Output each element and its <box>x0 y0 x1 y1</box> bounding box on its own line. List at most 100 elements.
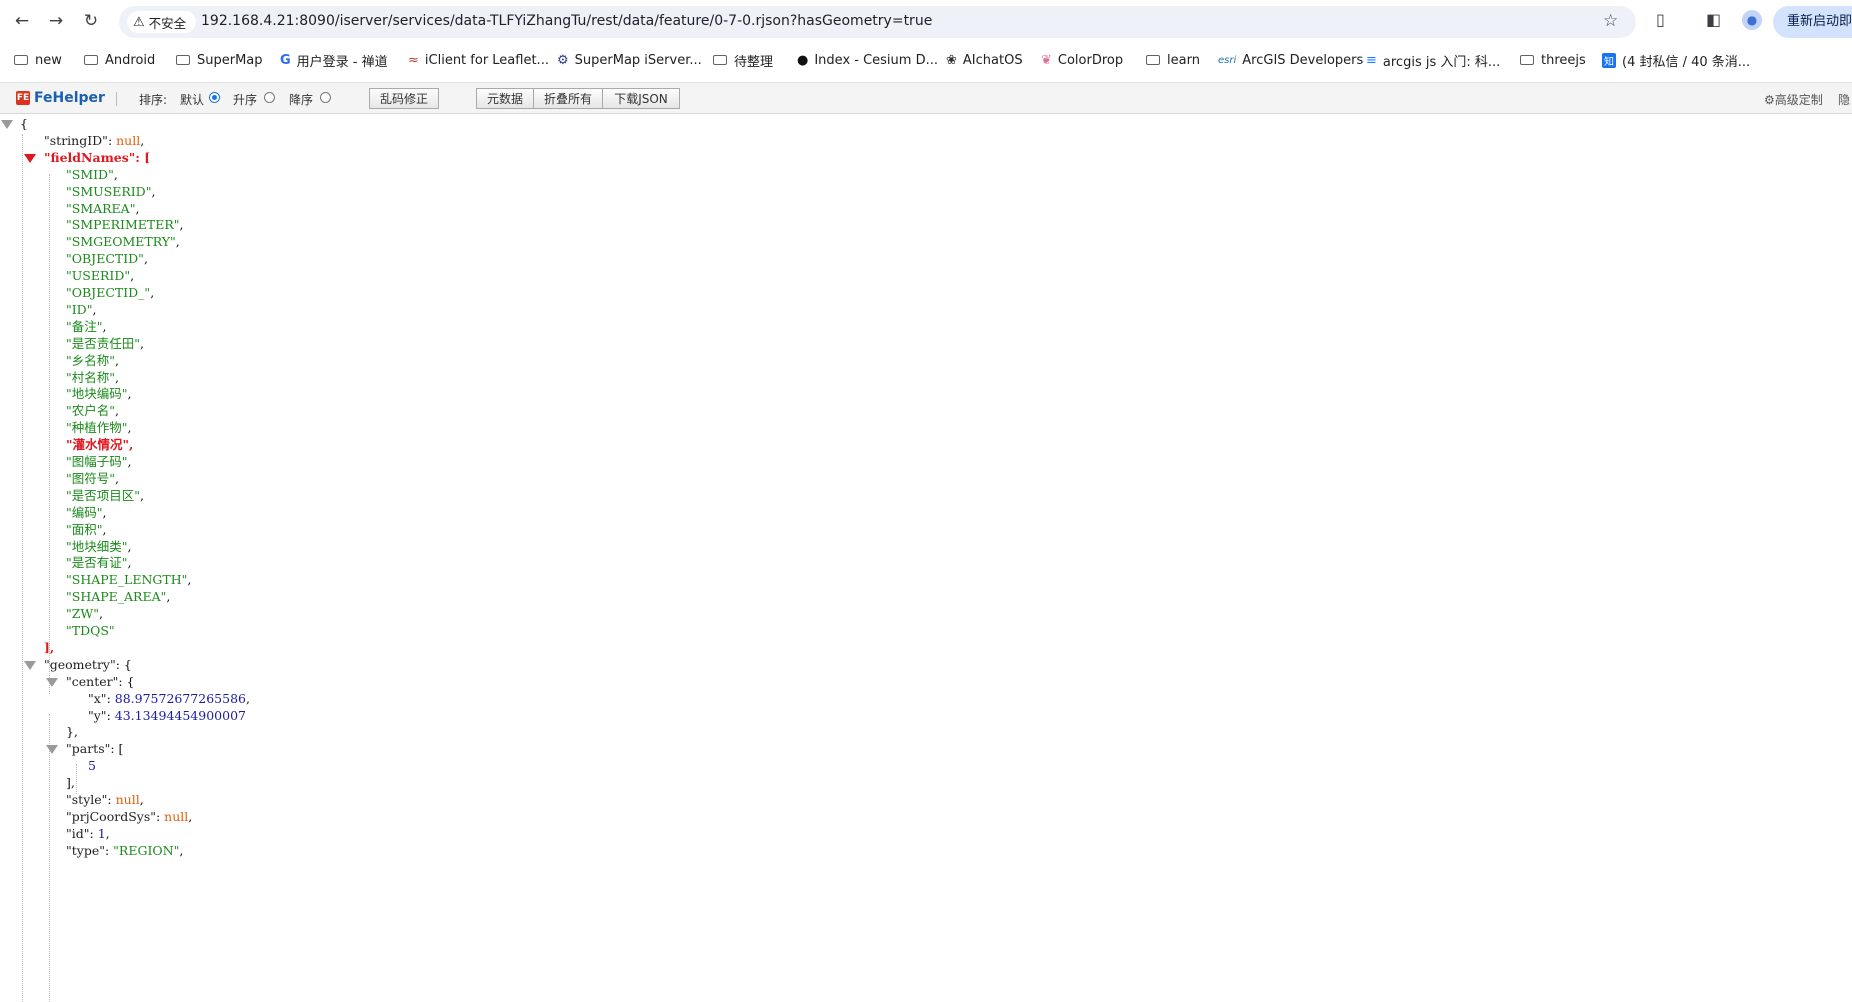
forward-arrow-icon[interactable]: → <box>44 9 68 33</box>
json-value: "灌水情况" <box>66 437 130 453</box>
json-value: "农户名" <box>66 403 115 419</box>
json-punctuation: : [ <box>110 741 124 757</box>
browser-toolbar: ← → ↻ ⚠ 不安全 192.168.4.21:8090/iserver/se… <box>0 0 1852 42</box>
bookmark-item[interactable]: ❦ ColorDrop <box>1041 51 1123 69</box>
json-value: "是否项目区" <box>66 487 140 503</box>
profile-avatar-icon[interactable]: ● <box>1742 10 1762 30</box>
bookmarks-bar: new Android SuperMap G 用户登录 - 禅道 ≈ iClient for… <box>0 44 1852 76</box>
bookmark-item[interactable]: esri ArcGIS Developers <box>1218 51 1363 69</box>
restart-update-button[interactable]: 重新启动即可 <box>1773 6 1852 38</box>
esri-icon: esri <box>1218 54 1237 66</box>
json-value: "OBJECTID_" <box>66 285 151 300</box>
advanced-settings-link[interactable]: ⚙高级定制 <box>1764 91 1823 108</box>
json-key: "style" <box>66 792 108 807</box>
bookmark-label: SuperMap iServer... <box>574 52 702 68</box>
json-value: "村名称" <box>66 369 115 385</box>
address-bar[interactable]: ⚠ 不安全 192.168.4.21:8090/iserver/services… <box>119 6 1636 38</box>
metadata-button[interactable]: 元数据 <box>476 88 534 109</box>
download-json-button[interactable]: 下载JSON <box>602 88 680 109</box>
json-punctuation: { <box>20 116 28 131</box>
back-arrow-icon[interactable]: ← <box>10 9 34 33</box>
url-text[interactable]: 192.168.4.21:8090/iserver/services/data-… <box>201 13 932 29</box>
json-value: ], <box>44 639 55 655</box>
json-punctuation: , <box>113 166 118 182</box>
bookmark-item[interactable]: SuperMap <box>176 51 263 69</box>
json-punctuation: , <box>151 183 156 199</box>
collapse-all-button[interactable]: 折叠所有 <box>533 88 603 109</box>
collapse-toggle-icon[interactable] <box>46 745 58 755</box>
extensions-icon[interactable]: ▯ <box>1656 10 1665 29</box>
json-value: : [ <box>135 149 151 165</box>
juejin-icon: ≡ <box>1366 52 1377 68</box>
json-punctuation: , <box>166 589 171 605</box>
json-punctuation: , <box>115 369 119 385</box>
sort-default-radio[interactable] <box>209 92 220 103</box>
bookmark-item[interactable]: Android <box>84 51 155 69</box>
json-punctuation: , <box>127 420 132 436</box>
chandao-icon: G <box>280 52 291 68</box>
json-punctuation: , <box>135 200 140 216</box>
fix-encoding-button[interactable]: 乱码修正 <box>369 88 439 109</box>
bookmark-label: new <box>35 52 62 68</box>
json-line: "TDQS" <box>66 621 115 641</box>
bookmark-item[interactable]: learn <box>1146 51 1200 69</box>
json-value: null <box>164 808 189 824</box>
bookmark-item[interactable]: ≈ iClient for Leaflet... <box>408 51 549 69</box>
bookmark-item[interactable]: new <box>14 51 62 69</box>
json-key: "geometry" <box>44 656 116 672</box>
json-value: null <box>116 132 141 148</box>
reload-icon[interactable]: ↻ <box>79 9 103 33</box>
hide-link[interactable]: 隐 <box>1838 91 1850 108</box>
json-value: "SMID" <box>66 166 114 182</box>
sort-label: 排序: <box>139 93 168 107</box>
json-value: "SMUSERID" <box>66 183 152 199</box>
json-value: 88.97572677265586 <box>114 690 246 706</box>
json-value: "乡名称" <box>66 352 115 368</box>
json-punctuation: , <box>150 285 155 300</box>
side-panel-icon[interactable]: ◧ <box>1706 10 1721 29</box>
bookmark-item[interactable]: ❀ AIchatOS <box>946 51 1023 69</box>
json-value: "fieldNames" <box>44 149 136 165</box>
collapse-toggle-icon[interactable] <box>1 120 13 129</box>
json-punctuation: , <box>140 335 144 351</box>
indent-guide <box>49 174 50 694</box>
bookmark-item[interactable]: ● Index - Cesium D... <box>797 51 938 69</box>
indent-guide <box>22 134 23 1002</box>
json-value: "图幅子码" <box>66 454 128 469</box>
bookmark-label: threejs <box>1541 52 1586 68</box>
json-value: "编码" <box>66 504 103 520</box>
bookmark-label: ArcGIS Developers <box>1242 52 1364 68</box>
json-punctuation: , <box>127 454 132 469</box>
json-value: 5 <box>88 758 96 774</box>
fehelper-logo[interactable]: FE FeHelper <box>16 90 105 106</box>
bookmark-item[interactable]: threejs <box>1520 51 1586 69</box>
json-punctuation: , <box>188 808 193 824</box>
json-key: "id" <box>66 825 90 841</box>
json-value: 1 <box>97 825 106 841</box>
bookmark-item[interactable]: G 用户登录 - 禅道 <box>280 51 388 70</box>
bookmark-item[interactable]: 知 (4 封私信 / 40 条消... <box>1602 51 1750 70</box>
sort-desc-radio[interactable] <box>320 92 331 103</box>
warning-triangle-icon: ⚠ <box>133 14 145 30</box>
bookmark-label: ColorDrop <box>1057 52 1124 68</box>
openai-icon: ❀ <box>946 52 957 68</box>
collapse-toggle-icon[interactable] <box>24 153 36 163</box>
json-key: "x" <box>88 690 107 706</box>
folder-icon <box>14 55 28 65</box>
json-key: "type" <box>66 842 105 858</box>
json-punctuation: , <box>139 792 144 807</box>
collapse-toggle-icon[interactable] <box>46 677 58 687</box>
site-security-chip[interactable]: ⚠ 不安全 <box>127 11 197 33</box>
collapse-toggle-icon[interactable] <box>24 660 36 670</box>
json-line: 5 <box>88 756 96 776</box>
fehelper-toolbar: FE FeHelper 排序: 默认 升序 降序 乱码修正 元数据 折叠所有 下… <box>0 82 1852 114</box>
bookmark-item[interactable]: ⚙ SuperMap iServer... <box>557 51 702 69</box>
json-punctuation: }, <box>66 724 78 740</box>
bookmark-item[interactable]: ≡ arcgis js 入门: 科... <box>1366 51 1500 70</box>
json-punctuation: , <box>175 234 180 250</box>
json-punctuation: , <box>130 268 135 284</box>
sort-asc-radio[interactable] <box>264 92 275 103</box>
bookmark-star-icon[interactable]: ☆ <box>1603 11 1618 31</box>
folder-icon <box>713 55 727 65</box>
bookmark-item[interactable]: 待整理 <box>713 51 773 70</box>
